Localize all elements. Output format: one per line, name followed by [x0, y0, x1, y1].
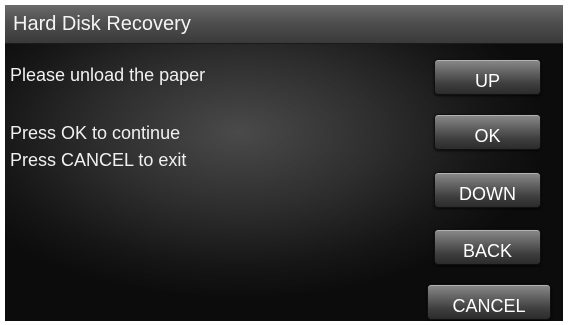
page-title: Hard Disk Recovery [13, 13, 191, 35]
back-button[interactable]: BACK [434, 229, 541, 265]
recovery-screen: Hard Disk Recovery Please unload the pap… [5, 5, 563, 321]
down-button[interactable]: DOWN [434, 172, 541, 208]
cancel-button-label: CANCEL [452, 296, 526, 316]
ok-button[interactable]: OK [434, 114, 541, 150]
instruction-press-cancel: Press CANCEL to exit [10, 150, 187, 170]
cancel-button[interactable]: CANCEL [427, 284, 551, 320]
back-button-label: BACK [462, 241, 513, 261]
down-button-label: DOWN [459, 184, 516, 204]
instruction-press-ok: Press OK to continue [10, 123, 181, 143]
ok-button-label: OK [474, 126, 501, 146]
up-button[interactable]: UP [434, 59, 541, 95]
title-bar: Hard Disk Recovery [5, 5, 563, 44]
up-button-label: UP [474, 71, 500, 91]
content-area: Please unload the paper Press OK to cont… [5, 44, 563, 321]
instruction-unload-paper: Please unload the paper [10, 65, 206, 85]
